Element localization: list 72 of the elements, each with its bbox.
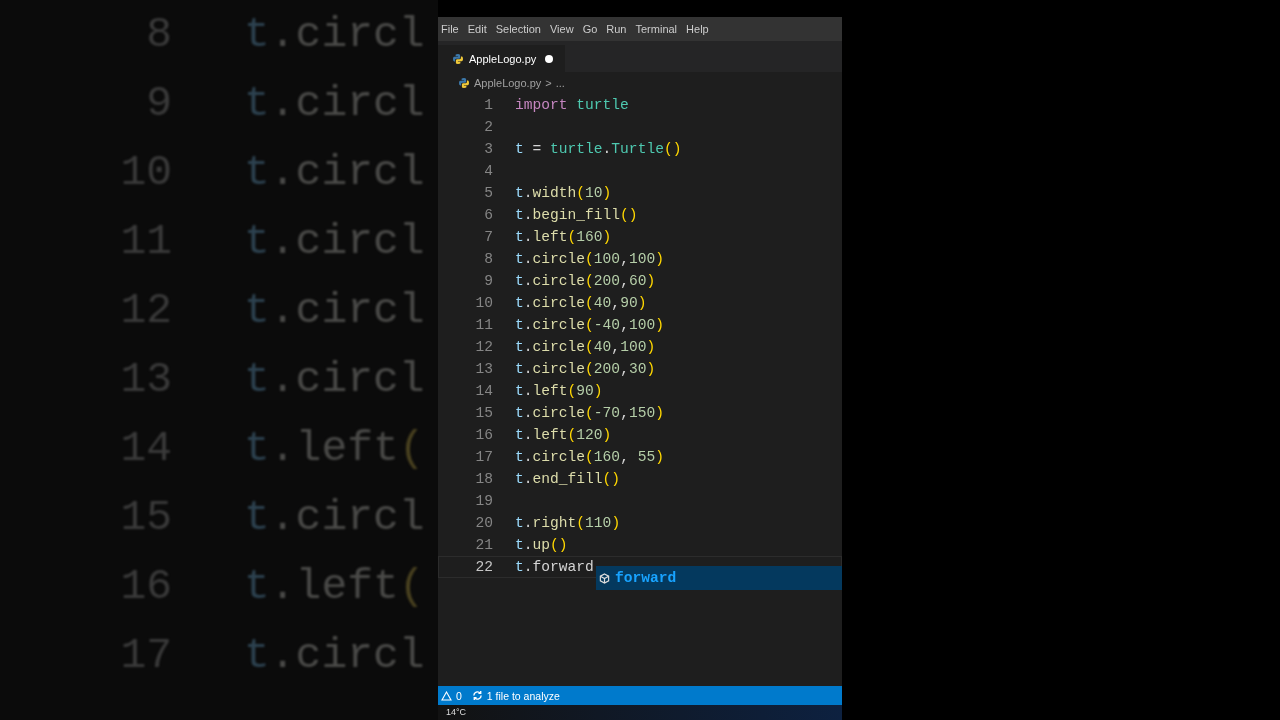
code-line: t.circl [244,493,425,542]
line-number: 5 [483,185,493,201]
cube-icon [599,572,610,584]
line-number: 19 [474,493,493,509]
code-line: t.left(120) [515,427,612,443]
code-line: t.circl [244,79,425,128]
code-line: t.circle(40,90) [515,295,647,311]
code-line: t.circle(200,30) [515,361,656,377]
menu-item[interactable]: File [438,23,465,35]
code-line: t.circl [244,10,425,59]
line-number: 4 [483,163,493,179]
code-line: t.circl [244,286,425,335]
line-number: 18 [474,471,493,487]
line-number: 15 [474,405,493,421]
code-line: import turtle [515,97,629,113]
code-line: t.circle(100,100) [515,251,664,267]
code-line: t = turtle.Turtle() [515,141,682,157]
line-number: 12 [474,339,493,355]
line-number: 21 [474,537,493,553]
code-line: t.circle(200,60) [515,273,656,289]
code-line: t.left( [244,424,425,473]
menu-item[interactable]: Help [683,23,715,35]
code-line: t.circle(40,100) [515,339,656,355]
code-line: t.circl [244,148,425,197]
weather-text: 14°C [446,707,467,717]
python-icon [452,52,464,65]
line-number: 13 [474,361,493,377]
line-number: 17 [474,449,493,465]
breadcrumb-item[interactable]: AppleLogo.py [474,77,542,89]
sync-icon [471,690,483,701]
python-icon [458,77,470,89]
menu-item[interactable]: Run [603,23,633,35]
suggestion-item[interactable]: forward [596,566,842,590]
line-number: 7 [483,229,493,245]
code-line: t.width(10) [515,185,612,201]
menu-item[interactable]: View [546,23,580,35]
line-number: 9 [483,273,493,289]
warning-icon [441,690,452,701]
code-line: t.end_fill() [515,471,621,487]
problems-indicator[interactable]: 0 [441,689,462,702]
line-number: 14 [474,383,493,399]
code-line: t.right(110) [515,515,621,531]
code-line: t.left( [244,562,425,611]
line-number: 1 [483,97,493,113]
line-number: 16 [474,427,493,443]
breadcrumb-item[interactable]: ... [555,77,565,89]
analysis-status[interactable]: 1 file to analyze [471,689,560,702]
menu-item[interactable]: Terminal [632,23,684,35]
code-line: t.forward [515,559,594,575]
code-line: t.left(90) [515,383,603,399]
line-number: 8 [483,251,493,267]
menu-item[interactable]: Selection [492,23,547,35]
menu-item[interactable]: Edit [464,23,493,35]
line-number: 22 [474,559,493,575]
line-number: 6 [483,207,493,223]
line-number: 10 [474,295,493,311]
menu-item[interactable]: Go [579,23,604,35]
code-line: t.circl [244,217,425,266]
breadcrumb-separator: > [545,77,552,89]
code-line: t.circl [244,631,425,680]
code-line: t.circle(-70,150) [515,405,664,421]
line-number: 11 [474,317,493,333]
line-number: 3 [483,141,493,157]
code-line: t.up() [515,537,568,553]
code-line: t.circl [244,355,425,404]
editor-tab[interactable]: AppleLogo.py [438,45,566,72]
code-line: t.left(160) [515,229,612,245]
code-line: t.circle(160, 55) [515,449,664,465]
code-line: t.begin_fill() [515,207,638,223]
line-number: 2 [483,119,493,135]
line-number: 20 [474,515,493,531]
code-line: t.circle(-40,100) [515,317,664,333]
